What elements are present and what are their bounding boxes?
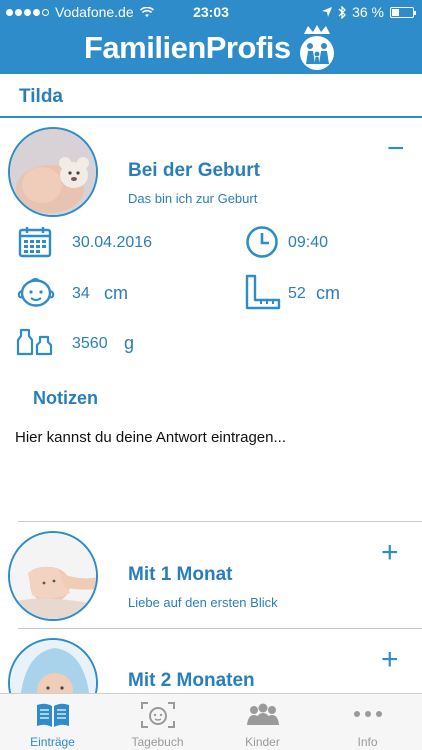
tab-kinder[interactable]: Kinder bbox=[210, 694, 315, 750]
birth-date-value[interactable]: 30.04.2016 bbox=[72, 234, 152, 252]
head-size-unit: cm bbox=[104, 283, 128, 303]
baby-head-icon bbox=[17, 278, 55, 307]
tab-eintraege[interactable]: Einträge bbox=[0, 694, 105, 750]
tab-label: Einträge bbox=[30, 735, 75, 749]
weight-icon bbox=[16, 328, 53, 356]
status-bar: Vodafone.de 23:03 36 % bbox=[0, 0, 422, 24]
head-size-value[interactable]: 34 bbox=[72, 285, 90, 303]
tab-info[interactable]: Info bbox=[315, 694, 420, 750]
tab-label: Info bbox=[357, 735, 378, 749]
birth-time-value[interactable]: 09:40 bbox=[288, 234, 328, 252]
notes-input[interactable]: Hier kannst du deine Antwort eintragen..… bbox=[15, 429, 286, 446]
clock-icon bbox=[246, 226, 278, 258]
ruler-icon bbox=[245, 274, 281, 310]
tab-tagebuch[interactable]: Tagebuch bbox=[105, 694, 210, 750]
bluetooth-icon bbox=[338, 5, 346, 19]
weight-unit: g bbox=[124, 333, 135, 353]
tab-label: Kinder bbox=[245, 735, 280, 749]
divider bbox=[18, 521, 422, 522]
length-value[interactable]: 52 bbox=[288, 285, 306, 303]
weight-value[interactable]: 3560 bbox=[72, 335, 108, 353]
battery-icon bbox=[390, 6, 416, 18]
child-name: Tilda bbox=[19, 86, 63, 107]
expand-button[interactable]: + bbox=[381, 645, 399, 675]
location-arrow-icon bbox=[322, 7, 333, 17]
brand-name: FamilienProfis bbox=[84, 30, 291, 65]
more-dots-icon bbox=[354, 711, 382, 717]
baby-bath-photo bbox=[10, 533, 96, 619]
status-right-group: 36 % bbox=[322, 4, 416, 20]
crown-family-logo-icon bbox=[300, 25, 334, 70]
sleeping-baby-photo bbox=[10, 129, 96, 215]
child-name-bar[interactable]: Tilda bbox=[0, 74, 422, 118]
section-subtitle: Liebe auf den ersten Blick bbox=[128, 595, 278, 610]
calendar-icon bbox=[18, 227, 52, 258]
expand-button[interactable]: + bbox=[381, 538, 399, 568]
baby-face-scan-icon bbox=[141, 702, 175, 728]
section-title: Bei der Geburt bbox=[128, 160, 260, 181]
tab-bar: Einträge Tagebuch Kinder Info bbox=[0, 693, 422, 750]
app-header: FamilienProfis bbox=[0, 24, 422, 74]
section-subtitle: Das bin ich zur Geburt bbox=[128, 191, 258, 206]
book-icon bbox=[37, 703, 69, 727]
avatar-1-month bbox=[8, 531, 98, 621]
avatar-birth bbox=[8, 127, 98, 217]
battery-percent: 36 % bbox=[352, 4, 384, 20]
collapse-button[interactable]: − bbox=[387, 134, 405, 164]
children-group-icon bbox=[247, 703, 279, 725]
notes-title: Notizen bbox=[33, 388, 98, 408]
tab-label: Tagebuch bbox=[131, 735, 184, 749]
length-unit: cm bbox=[316, 283, 340, 303]
section-title: Mit 2 Monaten bbox=[128, 670, 255, 691]
divider bbox=[18, 628, 422, 629]
section-title: Mit 1 Monat bbox=[128, 564, 233, 585]
